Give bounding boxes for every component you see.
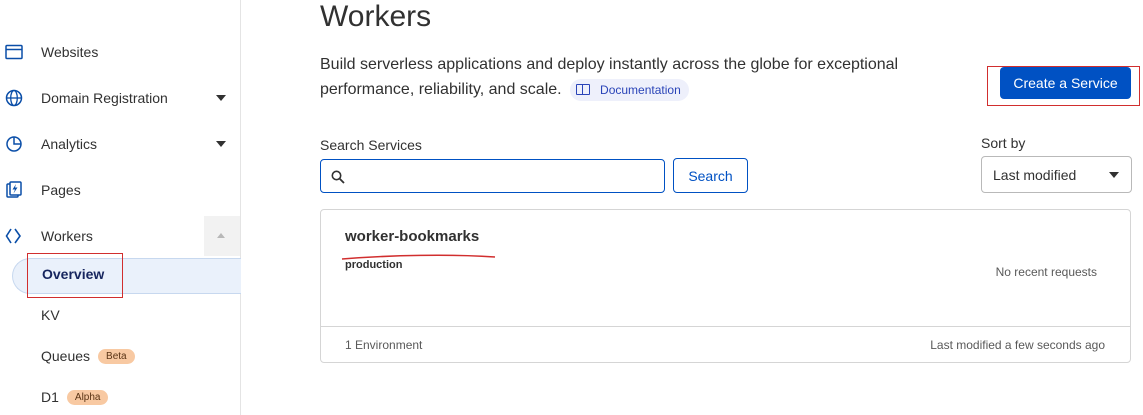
sidebar-item-analytics[interactable]: Analytics (0, 124, 240, 164)
chevron-up-icon (217, 233, 225, 238)
globe-icon (4, 88, 24, 108)
service-name[interactable]: worker-bookmarks (345, 228, 479, 245)
sidebar-item-pages[interactable]: Pages (0, 170, 240, 210)
sidebar-subitem-label: KV (41, 307, 60, 323)
sort-label: Sort by (981, 135, 1026, 151)
sidebar-item-label: Websites (41, 44, 99, 60)
beta-badge: Beta (98, 348, 135, 364)
sidebar: Websites Domain Registration Analytics P… (0, 0, 241, 415)
search-button[interactable]: Search (673, 158, 748, 193)
search-icon (331, 170, 345, 189)
book-icon (576, 84, 591, 96)
page-title: Workers (320, 0, 432, 33)
chevron-down-icon[interactable] (216, 141, 226, 147)
sidebar-subitem-kv[interactable]: KV (41, 307, 60, 323)
sidebar-subitem-label: D1 (41, 389, 59, 405)
page-description: Build serverless applications and deploy… (320, 52, 940, 102)
environment-name: production (345, 259, 403, 271)
requests-status: No recent requests (995, 265, 1097, 279)
annotation-highlight-box (987, 66, 1140, 106)
pie-chart-icon (4, 134, 24, 154)
sidebar-item-label: Analytics (41, 136, 98, 152)
annotation-highlight-box (27, 253, 123, 298)
chevron-down-icon (1109, 172, 1119, 178)
alpha-badge: Alpha (66, 389, 109, 405)
sidebar-item-workers[interactable]: Workers (0, 216, 200, 256)
documentation-label: Documentation (600, 82, 681, 97)
chevron-down-icon[interactable] (216, 95, 226, 101)
card-divider (321, 326, 1130, 327)
pages-bolt-icon (4, 180, 24, 200)
sidebar-item-websites[interactable]: Websites (0, 32, 240, 72)
documentation-link[interactable]: Documentation (570, 78, 689, 101)
sidebar-subitem-label: Queues (41, 348, 91, 364)
sidebar-item-label: Domain Registration (41, 90, 168, 106)
service-card[interactable]: worker-bookmarks production No recent re… (320, 209, 1131, 363)
sort-select[interactable]: Last modified (981, 156, 1132, 193)
sort-selected-value: Last modified (993, 166, 1077, 183)
workers-chevrons-icon (4, 226, 24, 246)
last-modified: Last modified a few seconds ago (930, 338, 1105, 352)
sidebar-item-label: Pages (41, 182, 81, 198)
environment-count: 1 Environment (345, 338, 423, 352)
sidebar-subitem-queues[interactable]: Queues Beta (41, 348, 135, 364)
sidebar-item-label: Workers (41, 228, 93, 244)
sidebar-subitem-d1[interactable]: D1 Alpha (41, 389, 109, 405)
browser-window-icon (4, 42, 24, 62)
search-label: Search Services (320, 137, 422, 153)
sidebar-item-domain-registration[interactable]: Domain Registration (0, 78, 240, 118)
search-input[interactable] (320, 159, 665, 193)
